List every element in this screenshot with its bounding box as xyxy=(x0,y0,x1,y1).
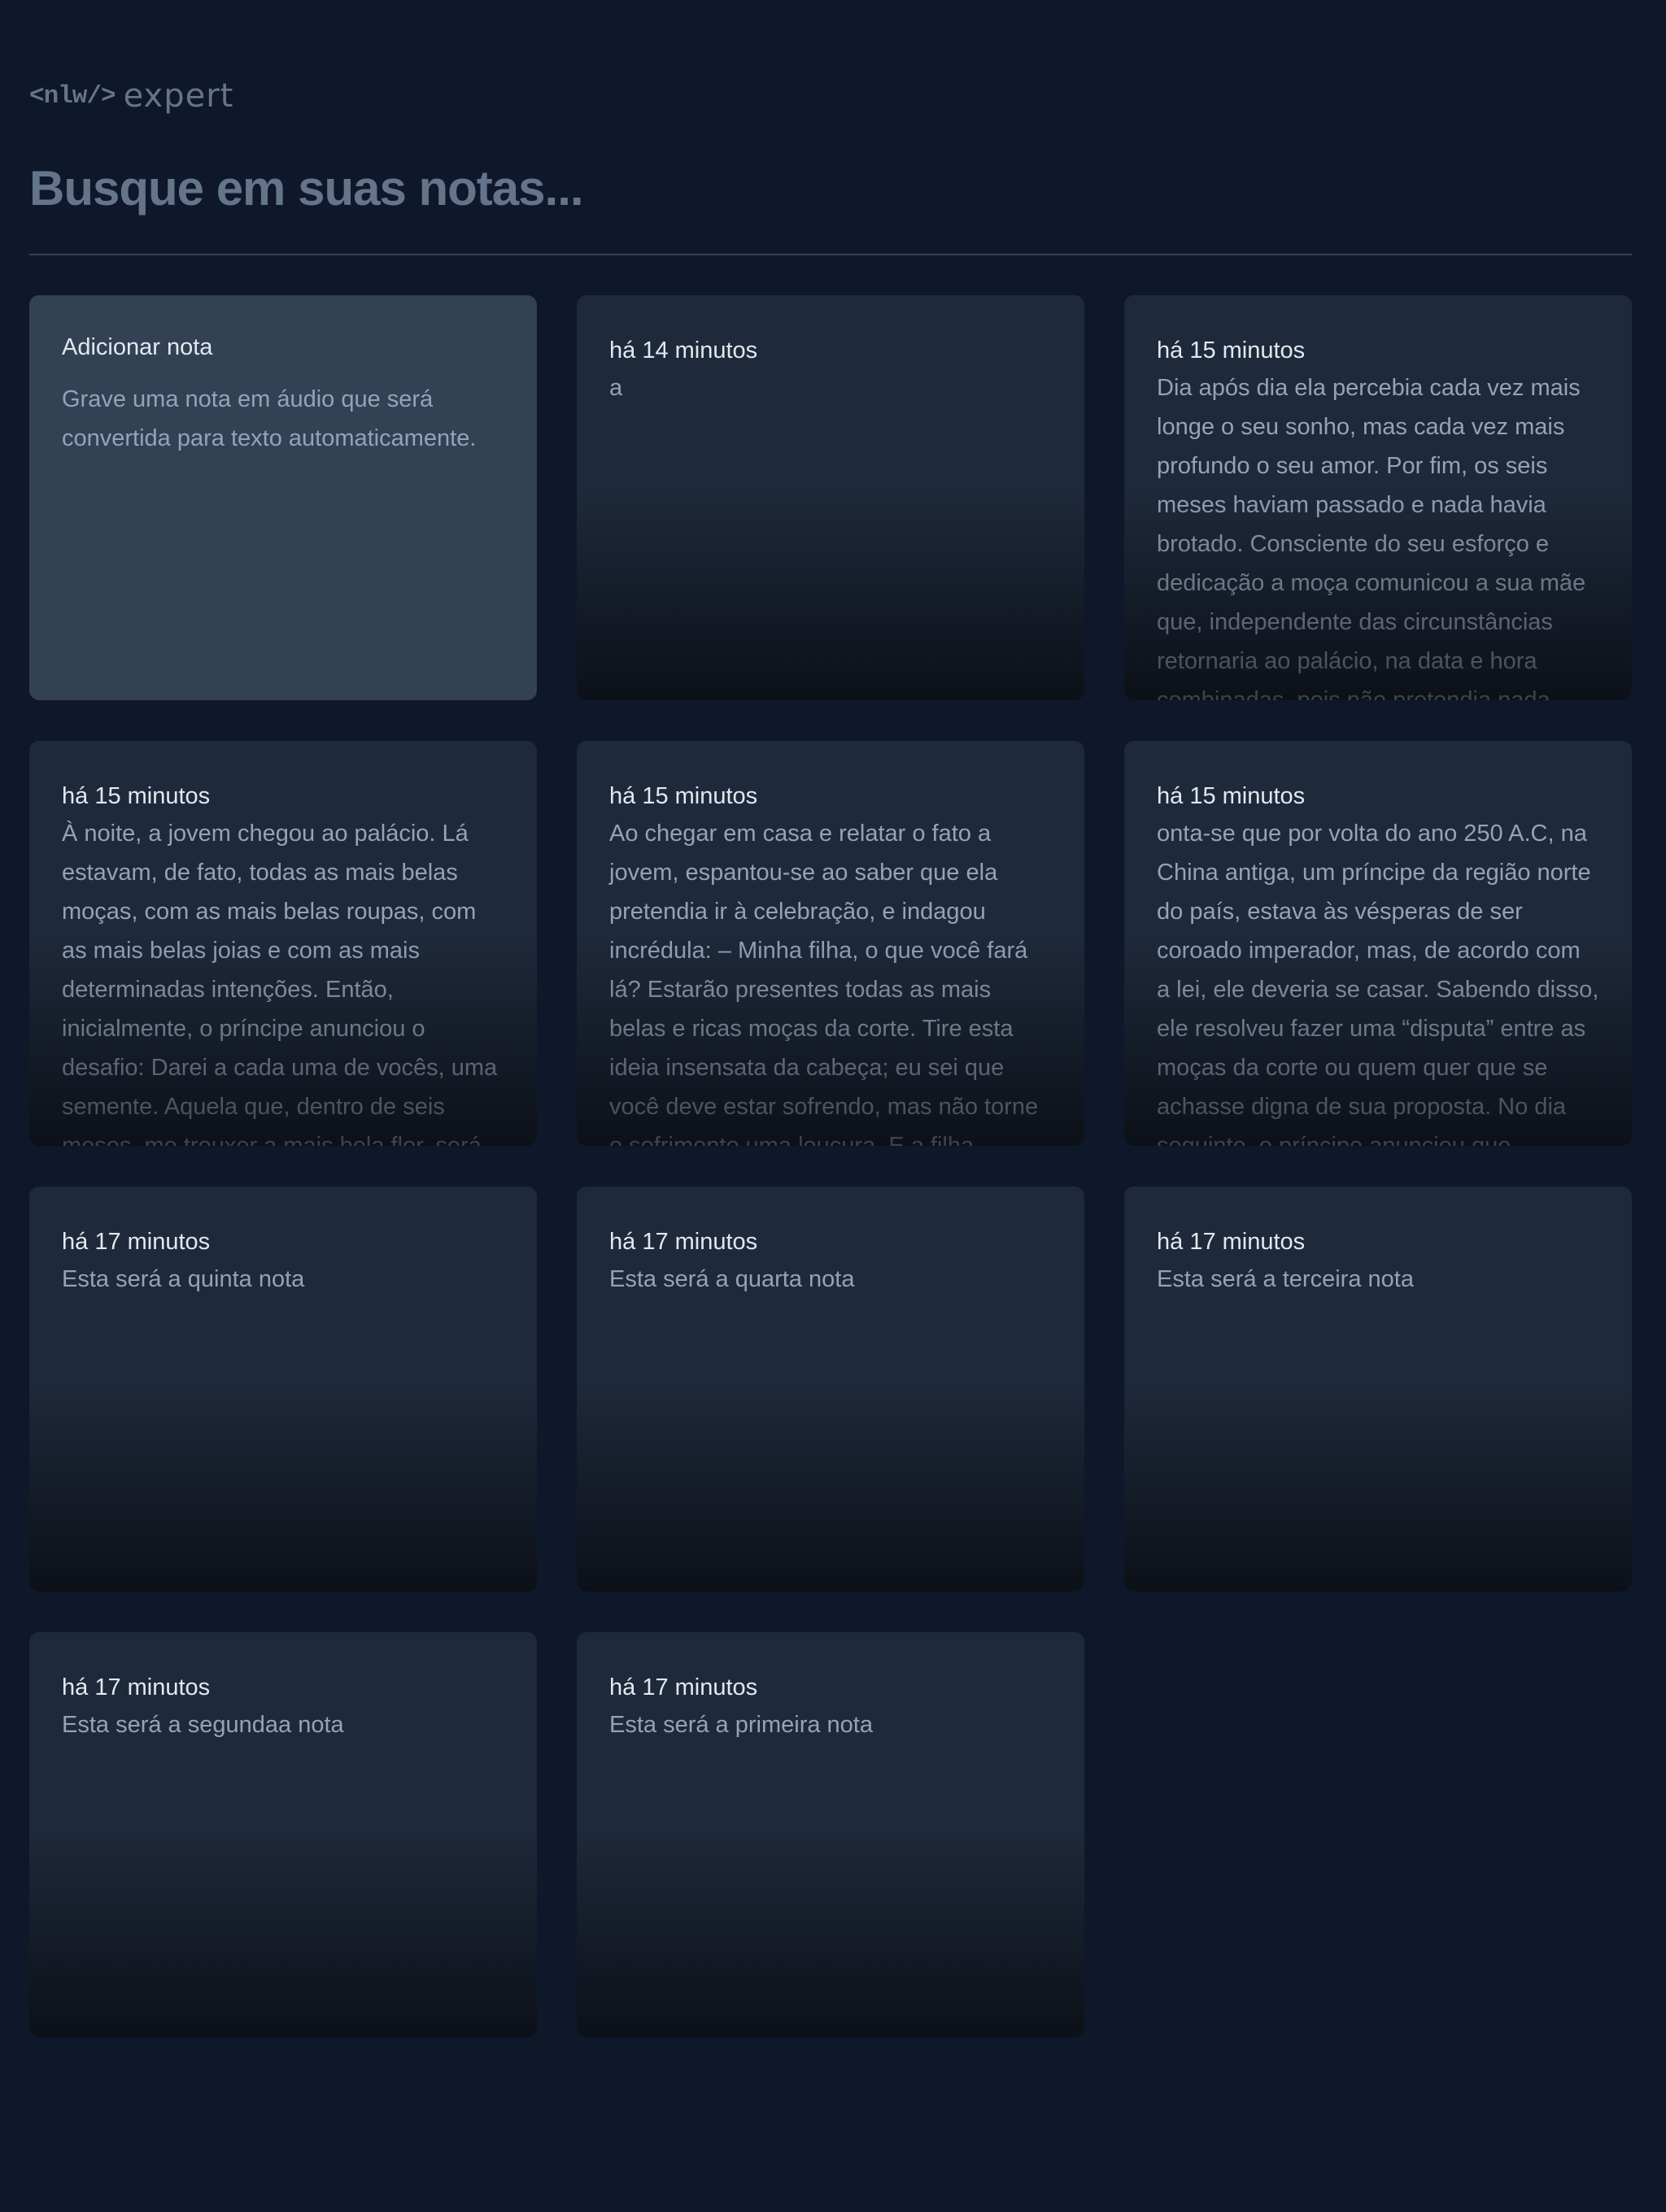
divider xyxy=(29,254,1632,255)
note-date: há 17 minutos xyxy=(609,1674,758,1700)
nlw-expert-logo: <nlw/> expert xyxy=(29,77,234,115)
note-date: há 15 minutos xyxy=(62,783,211,809)
note-content: À noite, a jovem chegou ao palácio. Lá e… xyxy=(62,821,498,1146)
note-content: Ao chegar em casa e relatar o fato a jov… xyxy=(609,821,1039,1146)
search-input[interactable] xyxy=(29,151,1632,224)
logo-nlw-text: <nlw/> xyxy=(29,81,116,111)
note-card[interactable]: há 17 minutos Esta será a quarta nota xyxy=(577,1187,1084,1592)
note-card[interactable]: há 15 minutos Ao chegar em casa e relata… xyxy=(577,741,1084,1146)
note-card[interactable]: há 15 minutos À noite, a jovem chegou ao… xyxy=(29,741,537,1146)
add-note-description: Grave uma nota em áudio que será convert… xyxy=(62,386,477,451)
logo-expert-text: expert xyxy=(123,77,234,115)
note-date: há 17 minutos xyxy=(62,1229,211,1255)
note-card[interactable]: há 17 minutos Esta será a segundaa nota xyxy=(29,1632,537,2037)
note-card[interactable]: há 17 minutos Esta será a primeira nota xyxy=(577,1632,1084,2037)
note-content: Esta será a quinta nota xyxy=(62,1266,305,1292)
note-content: onta-se que por volta do ano 250 A.C, na… xyxy=(1157,821,1599,1146)
note-content: Esta será a terceira nota xyxy=(1157,1266,1414,1292)
note-date: há 15 minutos xyxy=(1157,783,1306,809)
note-content: a xyxy=(609,375,623,401)
note-date: há 17 minutos xyxy=(62,1674,211,1700)
note-card[interactable]: há 17 minutos Esta será a quinta nota xyxy=(29,1187,537,1592)
note-content: Esta será a primeira nota xyxy=(609,1712,873,1738)
note-content: Esta será a quarta nota xyxy=(609,1266,855,1292)
app-page: <nlw/> expert Adicionar nota Grave uma n… xyxy=(0,0,1666,2212)
note-content: Esta será a segundaa nota xyxy=(62,1712,344,1738)
note-date: há 17 minutos xyxy=(609,1229,758,1255)
add-note-card[interactable]: Adicionar nota Grave uma nota em áudio q… xyxy=(29,295,537,700)
notes-grid: Adicionar nota Grave uma nota em áudio q… xyxy=(29,295,1632,2037)
note-date: há 17 minutos xyxy=(1157,1229,1306,1255)
note-date: há 15 minutos xyxy=(1157,337,1306,364)
note-content: Dia após dia ela percebia cada vez mais … xyxy=(1157,375,1586,700)
note-card[interactable]: há 17 minutos Esta será a terceira nota xyxy=(1124,1187,1632,1592)
note-card[interactable]: há 15 minutos Dia após dia ela percebia … xyxy=(1124,295,1632,700)
note-card[interactable]: há 15 minutos onta-se que por volta do a… xyxy=(1124,741,1632,1146)
note-date: há 15 minutos xyxy=(609,783,758,809)
note-date: há 14 minutos xyxy=(609,337,758,364)
add-note-title: Adicionar nota xyxy=(62,334,213,360)
note-card[interactable]: há 14 minutos a xyxy=(577,295,1084,700)
